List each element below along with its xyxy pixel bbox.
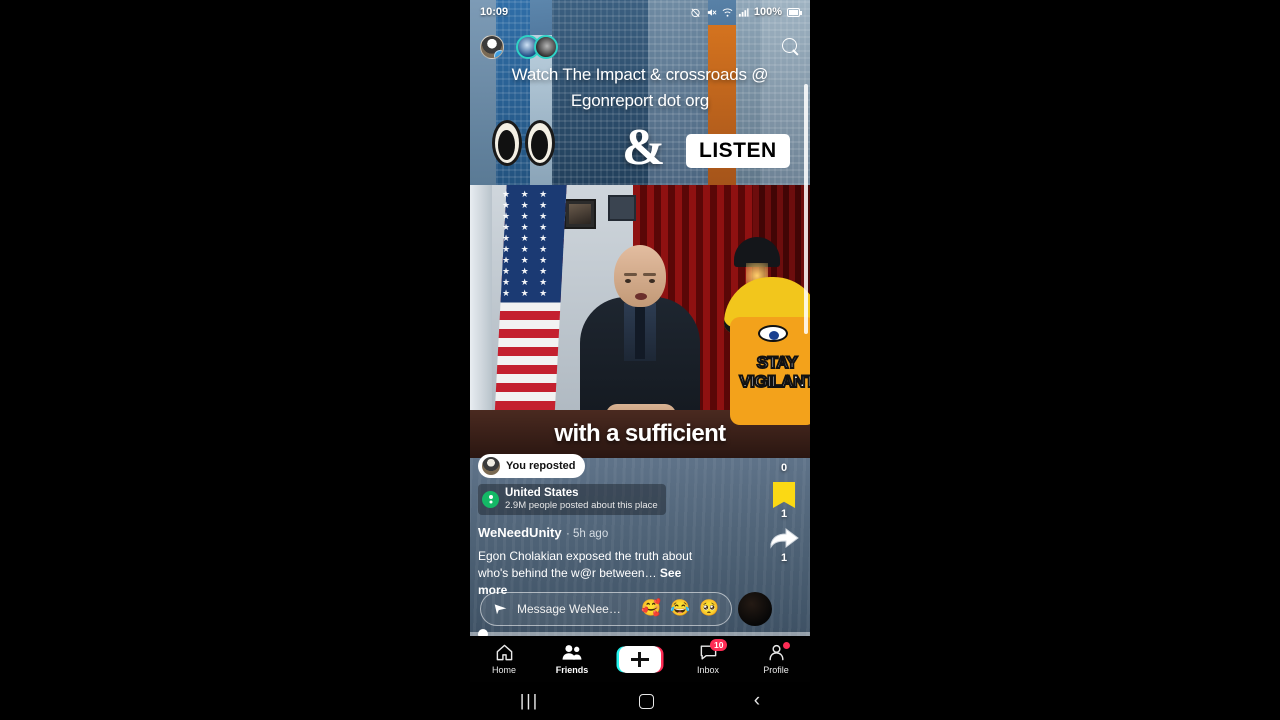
video-subtitle: with a sufficient [554,420,726,447]
action-rail: 0 1 1 [764,462,804,564]
alarm-off-icon [691,8,700,17]
video-feed[interactable]: ★ ★ ★ ★ ★ ★ ★ ★ ★ ★ ★ ★ ★ ★ ★ ★ ★ ★ ★ ★ ★ ★ ★ ★… [470,0,810,636]
share-icon[interactable] [769,528,799,552]
bookmark-icon[interactable] [773,482,795,508]
profile-icon [767,642,790,662]
nav-item-home[interactable]: Home [470,643,538,675]
message-input-bar[interactable]: Message WeNee… 🥰 😂 🥺 [480,592,732,626]
sticker-text: STAY VIGILANT [738,352,810,392]
home-icon [495,643,514,662]
reposter-avatar [482,457,500,475]
eyes-emoji-icon [492,120,555,166]
search-icon[interactable] [782,38,800,56]
location-pin-icon [482,491,499,508]
nav-item-create[interactable] [606,645,674,673]
send-icon [494,604,507,615]
friends-icon [561,643,583,662]
post-meta: WeNeedUnity · 5h ago Egon Cholakian expo… [478,524,708,599]
video-scene: ★ ★ ★ ★ ★ ★ ★ ★ ★ ★ ★ ★ ★ ★ ★ ★ ★ ★ ★ ★ ★ ★ ★ ★… [470,185,810,458]
signal-icon [738,7,749,17]
emoji-heart-face[interactable]: 🥰 [641,601,661,617]
status-time: 10:09 [480,6,509,18]
promo-line-1: Watch The Impact & crossroads @ [511,65,769,84]
video-scrollbar[interactable] [804,84,808,334]
wifi-icon [722,7,733,17]
inbox-badge: 10 [710,639,728,651]
system-nav-bar: ||| ‹ [470,682,810,720]
share-count: 1 [780,552,788,564]
home-square-icon[interactable] [638,693,654,709]
ampersand-graphic: & [622,119,666,176]
status-bar: 10:09 100% [470,0,810,24]
reposted-badge[interactable]: You reposted [478,454,586,478]
promo-line-2: Egonreport dot org [570,91,710,110]
nav-label-home: Home [491,665,516,675]
music-disc-avatar[interactable] [738,592,772,626]
back-icon[interactable]: ‹ [754,690,760,712]
author-handle[interactable]: WeNeedUnity [478,525,562,540]
battery-percent: 100% [753,6,782,18]
promo-text: Watch The Impact & crossroads @ Egonrepo… [470,62,810,114]
location-badge[interactable]: United States 2.9M people posted about t… [478,484,666,515]
profile-notification-dot [783,642,790,649]
avatar-pair[interactable] [516,35,558,59]
phone-viewport: ★ ★ ★ ★ ★ ★ ★ ★ ★ ★ ★ ★ ★ ★ ★ ★ ★ ★ ★ ★ ★ ★ ★ ★… [470,0,810,720]
emoji-pleading[interactable]: 🥺 [699,601,719,617]
bookmark-count: 1 [780,508,788,520]
nav-label-friends: Friends [555,665,589,675]
reposted-label: You reposted [506,460,576,472]
create-plus-icon[interactable] [619,645,661,673]
nav-item-profile[interactable]: Profile [742,642,810,675]
recents-icon[interactable]: ||| [520,691,539,711]
inbox-icon: 10 [699,639,728,662]
comment-count[interactable]: 0 [781,462,787,474]
nav-label-inbox: Inbox [696,665,720,675]
stay-vigilant-sticker: STAY VIGILANT [724,277,810,427]
nav-item-friends[interactable]: Friends [538,643,606,675]
listen-badge: LISTEN [686,134,790,168]
mute-icon [707,8,717,16]
avatar[interactable]: + [480,35,504,59]
emoji-joy[interactable]: 😂 [670,601,690,617]
battery-icon [787,7,802,17]
nav-item-inbox[interactable]: 10 Inbox [674,639,742,675]
location-subtitle: 2.9M people posted about this place [505,500,658,511]
top-overlay-bar: + [470,34,810,60]
progress-knob[interactable] [478,629,488,636]
follow-plus-icon[interactable]: + [494,50,503,58]
speaker-figure [580,245,700,426]
nav-label-profile: Profile [763,665,789,675]
location-name: United States [505,487,579,499]
post-time: · 5h ago [566,528,609,540]
bottom-nav: Home Friends 10 Inbox Profile [470,636,810,682]
message-placeholder: Message WeNee… [517,602,621,616]
screen-root: ★ ★ ★ ★ ★ ★ ★ ★ ★ ★ ★ ★ ★ ★ ★ ★ ★ ★ ★ ★ ★ ★ ★ ★… [0,0,1280,720]
